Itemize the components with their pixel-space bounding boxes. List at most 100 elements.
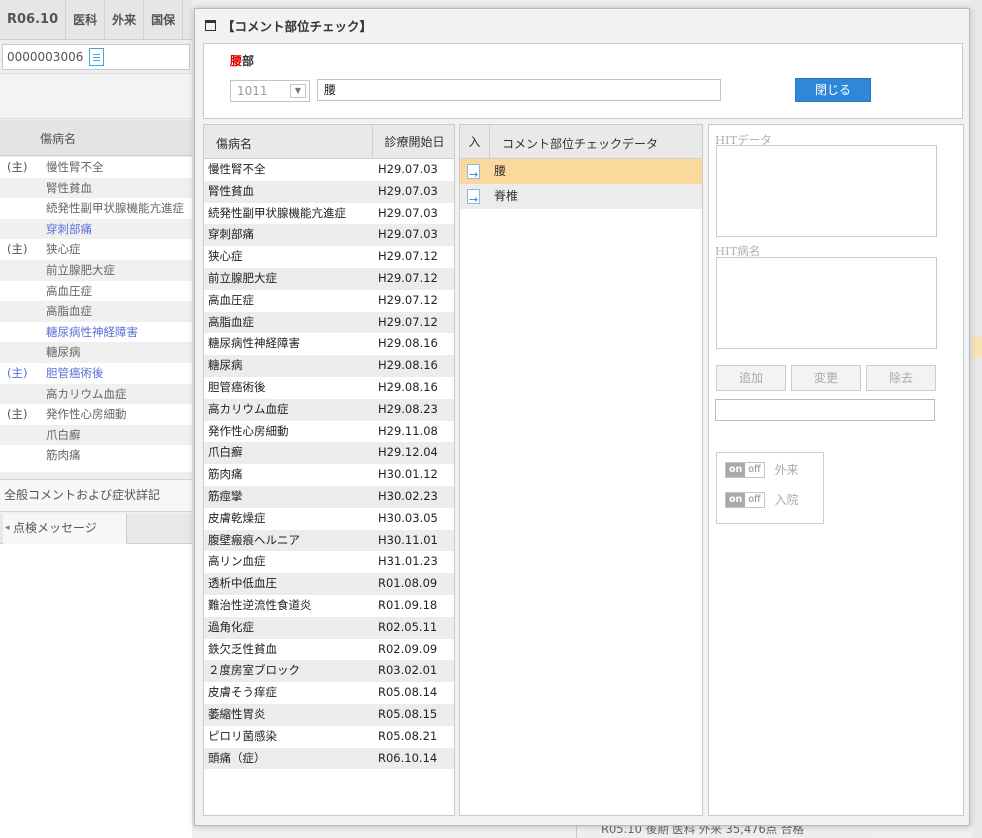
diagnosis-row[interactable]: 難治性逆流性食道炎 R01.09.18 (204, 595, 454, 617)
diagnosis-start-date: R06.10.14 (378, 750, 438, 765)
background-dx-row[interactable]: 糖尿病 (0, 342, 192, 363)
patient-id: 0000003006 (7, 50, 84, 64)
diagnosis-row[interactable]: ピロリ菌感染 R05.08.21 (204, 726, 454, 748)
hit-data-box[interactable] (716, 145, 937, 237)
background-dx-row[interactable]: 腎性貧血 (0, 177, 192, 199)
background-dx-row[interactable]: 爪白癬 (0, 424, 192, 446)
diagnosis-row[interactable]: 皮膚乾燥症 H30.03.05 (204, 508, 454, 530)
inpatient-toggle[interactable]: on off (725, 491, 765, 508)
diagnosis-start-date: R02.05.11 (378, 619, 438, 634)
diagnosis-row[interactable]: 透析中低血圧 R01.08.09 (204, 573, 454, 595)
diagnosis-row[interactable]: 糖尿病 H29.08.16 (204, 355, 454, 377)
diagnosis-row[interactable]: 腹壁瘢痕ヘルニア H30.11.01 (204, 529, 454, 552)
tab-insurance[interactable]: 国保 (144, 0, 184, 39)
diagnosis-start-date: R02.09.09 (378, 641, 438, 656)
col-comment-data[interactable]: コメント部位チェックデータ (502, 135, 658, 152)
background-dx-row[interactable]: 高脂血症 (0, 301, 192, 322)
document-icon[interactable] (89, 48, 105, 66)
background-dx-row[interactable]: (主) 発作性心房細動 (0, 404, 192, 425)
tab-outpatient[interactable]: 外来 (105, 0, 145, 39)
background-dx-row[interactable]: (主) 狭心症 (0, 239, 192, 260)
background-dx-row[interactable]: (主) 胆管癌術後 (0, 363, 192, 384)
diagnosis-start-date: H30.03.05 (378, 510, 438, 525)
diagnosis-row[interactable]: 続発性副甲状腺機能亢進症 H29.07.03 (204, 203, 454, 225)
diagnosis-row[interactable]: 筋肉痛 H30.01.12 (204, 464, 454, 486)
inpatient-label: 入院 (774, 493, 799, 507)
comment-section-header[interactable]: 全般コメントおよび症状詳記 (0, 479, 192, 512)
background-dx-row[interactable]: 続発性副甲状腺機能亢進症 (0, 198, 192, 219)
background-dx-name: 続発性副甲状腺機能亢進症 (46, 201, 184, 216)
diagnosis-row[interactable]: 前立腺肥大症 H29.07.12 (204, 267, 454, 290)
col-start-date[interactable]: 診療開始日 (372, 125, 454, 159)
diagnosis-row[interactable]: 皮膚そう痒症 R05.08.14 (204, 682, 454, 704)
diagnosis-start-date: H30.11.01 (378, 532, 438, 547)
change-button[interactable]: 変更 (791, 365, 861, 391)
diagnosis-row[interactable]: 筋痙攣 H30.02.23 (204, 485, 454, 508)
diagnosis-name: 慢性腎不全 (208, 162, 266, 176)
comment-part-text: 腰 (494, 164, 507, 178)
diagnosis-row[interactable]: 腎性貧血 H29.07.03 (204, 180, 454, 203)
background-dx-row[interactable]: 穿刺部痛 (0, 218, 192, 240)
inpatient-toggle-row: on off 入院 (725, 491, 799, 508)
hit-text-input[interactable] (715, 399, 935, 421)
remove-button[interactable]: 除去 (866, 365, 936, 391)
comment-part-row[interactable]: 腰 (460, 159, 702, 187)
diagnosis-start-date: H29.07.03 (378, 227, 438, 242)
outpatient-toggle[interactable]: on off (725, 461, 765, 478)
diagnosis-row[interactable]: 過角化症 R02.05.11 (204, 616, 454, 639)
import-document-icon[interactable] (467, 187, 480, 212)
background-dx-header: 傷病名 (0, 120, 192, 156)
col-input[interactable]: 入 (460, 125, 490, 159)
part-code-select[interactable]: 1011 ▼ (230, 80, 310, 102)
background-dx-row[interactable]: 高カリウム血症 (0, 383, 192, 405)
diagnosis-name: 高リン血症 (208, 554, 266, 569)
main-disease-mark: (主) (7, 365, 28, 380)
tab-medical[interactable]: 医科 (66, 0, 106, 39)
col-diagnosis-name[interactable]: 傷病名 (216, 135, 252, 152)
diagnosis-row[interactable]: 爪白癬 H29.12.04 (204, 442, 454, 465)
background-dx-row[interactable]: 糖尿病性神経障害 (0, 322, 192, 343)
tab-period[interactable]: R06.10 (0, 0, 67, 39)
diagnosis-name: 筋痙攣 (208, 488, 243, 503)
diagnosis-name: 難治性逆流性食道炎 (208, 597, 312, 612)
diagnosis-row[interactable]: 糖尿病性神経障害 H29.08.16 (204, 333, 454, 355)
add-button[interactable]: 追加 (716, 365, 786, 391)
diagnosis-row[interactable]: 高血圧症 H29.07.12 (204, 290, 454, 312)
background-dx-row[interactable]: (主) 慢性腎不全 (0, 157, 192, 178)
part-name-input[interactable]: 腰 (317, 79, 721, 101)
background-dx-row[interactable]: 筋肉痛 (0, 445, 192, 466)
diagnosis-row[interactable]: 高カリウム血症 H29.08.23 (204, 398, 454, 421)
background-dx-name: 爪白癬 (46, 427, 81, 442)
diagnosis-start-date: H29.07.12 (378, 292, 438, 307)
diagnosis-start-date: H29.11.08 (378, 423, 438, 438)
diagnosis-row[interactable]: 頭痛（症） R06.10.14 (204, 747, 454, 770)
diagnosis-row[interactable]: 胆管癌術後 H29.08.16 (204, 377, 454, 399)
diagnosis-rows: 慢性腎不全 H29.07.03 腎性貧血 H29.07.03 続発性副甲状腺機能亢進症 H… (204, 159, 454, 770)
diagnosis-row[interactable]: 慢性腎不全 H29.07.03 (204, 159, 454, 181)
import-document-icon[interactable] (467, 162, 480, 187)
diagnosis-row[interactable]: 穿刺部痛 H29.07.03 (204, 224, 454, 247)
diagnosis-row[interactable]: ２度房室ブロック R03.02.01 (204, 660, 454, 683)
main-disease-mark: (主) (7, 160, 28, 174)
diagnosis-row[interactable]: 萎縮性胃炎 R05.08.15 (204, 703, 454, 726)
chevron-down-icon[interactable]: ▼ (290, 84, 306, 98)
hit-name-box[interactable] (716, 257, 937, 349)
dialog-title: 【コメント部位チェック】 (222, 18, 373, 34)
diagnosis-row[interactable]: 狭心症 H29.07.12 (204, 246, 454, 268)
background-dx-row[interactable]: 前立腺肥大症 (0, 259, 192, 281)
diagnosis-row[interactable]: 鉄欠乏性貧血 R02.09.09 (204, 639, 454, 661)
close-button[interactable]: 閉じる (795, 78, 871, 102)
diagnosis-row[interactable]: 発作性心房細動 H29.11.08 (204, 421, 454, 443)
tab-check-messages[interactable]: 点検メッセージ (3, 514, 127, 544)
background-dx-name: 高カリウム血症 (46, 386, 127, 401)
comment-part-row[interactable]: 脊椎 (460, 184, 702, 212)
diagnosis-start-date: H29.07.12 (378, 249, 438, 264)
diagnosis-row[interactable]: 高脂血症 H29.07.12 (204, 311, 454, 334)
diagnosis-name: 前立腺肥大症 (208, 270, 277, 285)
diagnosis-row[interactable]: 高リン血症 H31.01.23 (204, 551, 454, 573)
patient-id-field: 0000003006 (2, 44, 190, 70)
background-dx-row[interactable]: 高血圧症 (0, 281, 192, 302)
background-band (0, 73, 192, 119)
part-selector-panel: 腰部 1011 ▼ 腰 閉じる (203, 43, 963, 119)
comment-table-header: 入 コメント部位チェックデータ (460, 125, 702, 159)
